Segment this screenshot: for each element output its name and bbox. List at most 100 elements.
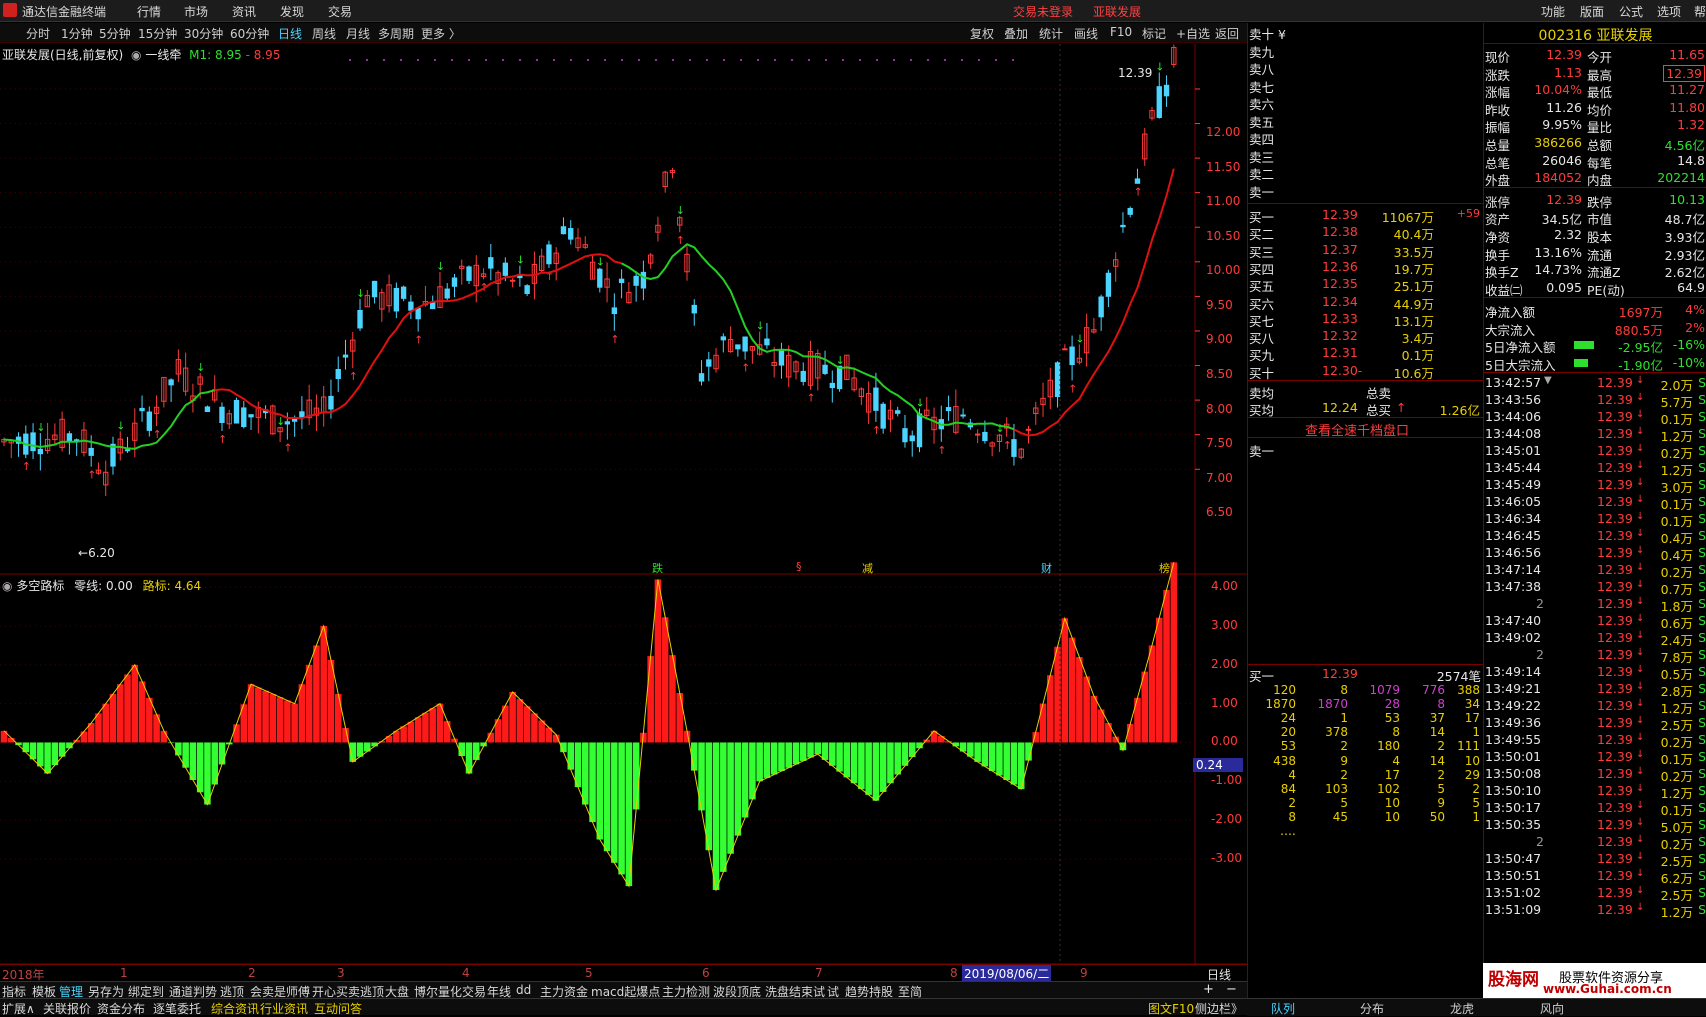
tick-time: 13:49:02 xyxy=(1485,630,1542,645)
period-more[interactable]: 更多 〉 xyxy=(421,25,461,42)
queue-cell: 111 xyxy=(1457,739,1480,754)
avg-sell-row: 卖均 总卖 xyxy=(1248,382,1484,401)
btn-diejia[interactable]: 叠加 xyxy=(1004,25,1028,42)
tick-price: 12.39 xyxy=(1597,426,1633,441)
indicator-tab-12[interactable]: dd xyxy=(516,983,531,997)
btn-fuquan[interactable]: 复权 xyxy=(970,25,994,42)
period-monthly[interactable]: 月线 xyxy=(346,25,370,42)
info-tab-4[interactable]: 综合资讯 xyxy=(211,1000,259,1017)
btn-biaoji[interactable]: 标记 xyxy=(1142,25,1166,42)
info-tab-5[interactable]: 行业资讯 xyxy=(260,1000,308,1017)
buy-row-1[interactable]: 买二 12.38 40.4万 xyxy=(1248,223,1484,242)
menu-shichang[interactable]: 市场 xyxy=(184,3,208,20)
info-row-9: 资产 34.5亿 市值 48.7亿 xyxy=(1484,208,1706,227)
info-tab-1[interactable]: 关联报价 xyxy=(43,1000,91,1017)
buy-row-9[interactable]: 买十 12.30- 10.6万 xyxy=(1248,362,1484,381)
buy-row-4[interactable]: 买五 12.35 25.1万 xyxy=(1248,275,1484,294)
buy-row-3[interactable]: 买四 12.36 19.7万 xyxy=(1248,258,1484,277)
buy-row-6[interactable]: 买七 12.33 13.1万 xyxy=(1248,310,1484,329)
tab-sidebar[interactable]: 侧边栏》 xyxy=(1195,1000,1243,1017)
buy-row-8[interactable]: 买九 12.31 0.1万 xyxy=(1248,344,1484,363)
side-tab-2[interactable]: 龙虎 xyxy=(1450,1000,1474,1017)
sub-bar xyxy=(102,703,109,743)
queue-cell: 9 xyxy=(1437,795,1445,810)
buy-row-5[interactable]: 买六 12.34 44.9万 xyxy=(1248,293,1484,312)
sub-toggle-icon[interactable]: ◉ xyxy=(2,579,12,593)
buy-row-0[interactable]: 买一 12.39 11067万 +59 xyxy=(1248,206,1484,225)
tick-row-31: 13:51:09 12.39 ↓ 1.2万 S xyxy=(1484,901,1706,920)
btn-f10[interactable]: F10 xyxy=(1110,25,1132,39)
sell-row-1[interactable]: 卖九 xyxy=(1248,41,1484,60)
sell-signal-icon: ↓ xyxy=(756,320,765,333)
sell-row-3[interactable]: 卖七 xyxy=(1248,76,1484,95)
deep-book-link[interactable]: 查看全速千档盘口 xyxy=(1248,419,1484,439)
tick-price: 12.39 xyxy=(1597,800,1633,815)
sell-signal-icon: ↓ xyxy=(1155,60,1164,73)
btn-tongji[interactable]: 统计 xyxy=(1039,25,1063,42)
btn-huaxian[interactable]: 画线 xyxy=(1074,25,1098,42)
info-value: 64.9 xyxy=(1677,279,1705,295)
period-5min[interactable]: 5分钟 xyxy=(99,25,131,42)
sell-row-0[interactable]: 卖十 ¥ xyxy=(1248,23,1484,42)
sell-row-4[interactable]: 卖六 xyxy=(1248,93,1484,112)
tl-5: 5 xyxy=(585,966,593,980)
tab-f10-graphic[interactable]: 图文F10 xyxy=(1148,1000,1194,1017)
sell-row-6[interactable]: 卖四 xyxy=(1248,128,1484,147)
flow-row-0: 净流入额 1697万 4% xyxy=(1484,301,1706,320)
kline-chart[interactable]: ↑↓↑↓↑↓↑↓↑↑↓↑↓↑↓↑↓↑↑↓↑↓↑↓↑↓↑↓↑↑↓↑↓ xyxy=(0,44,1247,964)
indicator-toggle-icon[interactable]: ◉ xyxy=(131,48,141,62)
buy-row-7[interactable]: 买八 12.32 3.4万 xyxy=(1248,327,1484,346)
side-tab-1[interactable]: 分布 xyxy=(1360,1000,1384,1017)
info-tab-3[interactable]: 逐笔委托 xyxy=(153,1000,201,1017)
side-tab-3[interactable]: 风向 xyxy=(1540,1000,1564,1017)
sell-row-7[interactable]: 卖三 xyxy=(1248,146,1484,165)
period-multi[interactable]: 多周期 xyxy=(378,25,414,42)
period-daily[interactable]: 日线 xyxy=(278,25,302,42)
btn-add-watch[interactable]: +自选 xyxy=(1176,25,1210,42)
side-tab-0[interactable]: 队列 xyxy=(1271,1000,1295,1017)
period-weekly[interactable]: 周线 xyxy=(312,25,336,42)
event-die[interactable]: 跌 xyxy=(652,560,663,576)
sell-row-9[interactable]: 卖一 xyxy=(1248,181,1484,200)
period-1min[interactable]: 1分钟 xyxy=(61,25,93,42)
candle-body xyxy=(960,414,966,417)
menu-faxian[interactable]: 发现 xyxy=(280,3,304,20)
period-fenshi[interactable]: 分时 xyxy=(26,25,50,42)
event-bang[interactable]: 榜 xyxy=(1159,560,1170,576)
sell-row-5[interactable]: 卖五 xyxy=(1248,111,1484,130)
event-section[interactable]: § xyxy=(796,560,802,573)
menu-gongneng[interactable]: 功能 xyxy=(1541,3,1565,20)
tick-dir-icon: ↓ xyxy=(1636,460,1645,471)
tick-dir-icon: ↓ xyxy=(1636,868,1645,879)
tick-time: 13:49:55 xyxy=(1485,732,1542,747)
menu-zixun[interactable]: 资讯 xyxy=(232,3,256,20)
menu-jiaoyi[interactable]: 交易 xyxy=(328,3,352,20)
tick-price: 12.39 xyxy=(1597,579,1633,594)
menu-gongshi[interactable]: 公式 xyxy=(1619,3,1643,20)
sell-row-8[interactable]: 卖二 xyxy=(1248,163,1484,182)
menu-help[interactable]: 帮 xyxy=(1694,3,1706,20)
menu-xuanxiang[interactable]: 选项 xyxy=(1657,3,1681,20)
menu-banmian[interactable]: 版面 xyxy=(1580,3,1604,20)
divider xyxy=(1248,380,1484,381)
btn-back[interactable]: 返回 xyxy=(1215,25,1239,42)
login-status[interactable]: 交易未登录 xyxy=(1013,3,1073,20)
tick-row-20: 13:49:36 12.39 ↓ 2.5万 S xyxy=(1484,714,1706,733)
sell-row-2[interactable]: 卖八 xyxy=(1248,58,1484,77)
event-jian[interactable]: 减 xyxy=(862,560,873,576)
menu-hangqing[interactable]: 行情 xyxy=(137,3,161,20)
zoom-out-button[interactable]: − xyxy=(1226,982,1237,997)
chart-area[interactable]: ↑ ↓ ↑ ↓ ↑ ↓ ↑ ↓ ↑ ↑ ↓ ↑ ↓ ↑ ↓ ↑ ↓ ↑ ↑ ↓ ↑ ↓ ↑ ↓ ↑ ↓ ↑ ↓ ↑ ↑ ↓ ↑ ↓ 亚联发展(日… xyxy=(0,44,1247,964)
tick-side: S xyxy=(1698,698,1706,713)
event-cai[interactable]: 财 xyxy=(1041,560,1052,576)
stock-code-name[interactable]: 002316 亚联发展 xyxy=(1484,25,1706,45)
period-15min[interactable]: 15分钟 xyxy=(138,25,177,42)
info-tab-0[interactable]: 扩展∧ xyxy=(2,1000,35,1017)
period-60min[interactable]: 60分钟 xyxy=(230,25,269,42)
zoom-in-button[interactable]: + xyxy=(1203,982,1214,997)
info-tab-6[interactable]: 互动问答 xyxy=(314,1000,362,1017)
period-30min[interactable]: 30分钟 xyxy=(184,25,223,42)
tick-row-11: 13:47:14 12.39 ↓ 0.2万 S xyxy=(1484,561,1706,580)
info-tab-2[interactable]: 资金分布 xyxy=(97,1000,145,1017)
buy-row-2[interactable]: 买三 12.37 33.5万 xyxy=(1248,241,1484,260)
